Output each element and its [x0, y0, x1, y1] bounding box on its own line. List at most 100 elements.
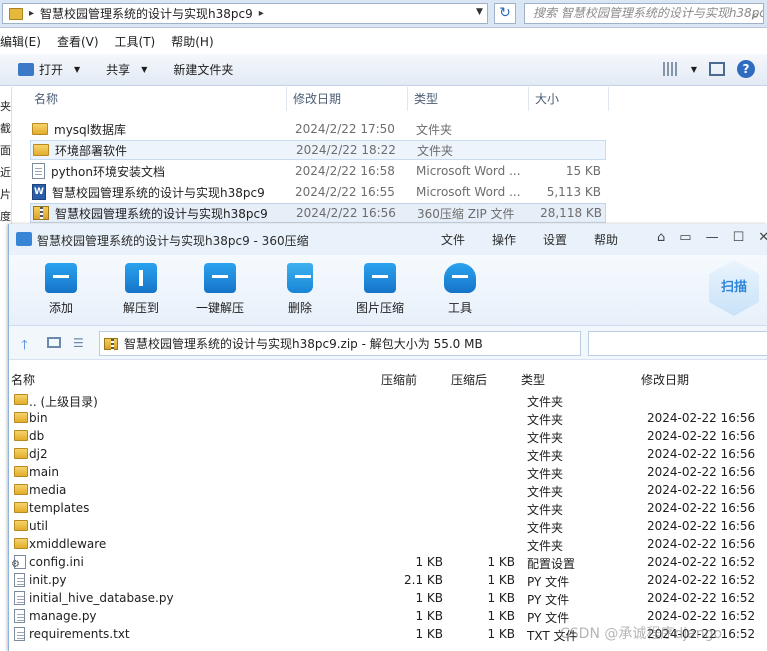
open-icon: [18, 63, 34, 76]
delete-button[interactable]: 删除: [265, 263, 335, 316]
archive-row[interactable]: initial_hive_database.py 1 KB 1 KB PY 文件…: [9, 590, 767, 608]
archive-row[interactable]: util 文件夹 2024-02-22 16:56: [9, 518, 767, 536]
file-date: 2024/2/22 16:58: [295, 164, 395, 178]
command-bar: 打开 ▼ 共享 ▼ 新建文件夹 ▼ ?: [0, 54, 767, 86]
image-compress-button[interactable]: 图片压缩: [345, 263, 415, 316]
column-type[interactable]: 类型: [408, 87, 529, 111]
archive-row[interactable]: templates 文件夹 2024-02-22 16:56: [9, 500, 767, 518]
trash-icon: [287, 263, 313, 293]
file-row[interactable]: python环境安装文档 2024/2/22 16:58 Microsoft W…: [30, 161, 606, 181]
column-date[interactable]: 修改日期: [287, 87, 408, 111]
tools-button[interactable]: 工具: [425, 263, 495, 316]
chevron-down-icon[interactable]: ▼: [691, 65, 697, 74]
menu-operate[interactable]: 操作: [492, 231, 516, 248]
word-doc-icon: W: [32, 184, 46, 200]
address-field[interactable]: ▸ 智慧校园管理系统的设计与实现h38pc9 ▸: [2, 3, 488, 24]
entry-date: 2024-02-22 16:56: [647, 465, 756, 479]
nav-text: 夹截面近片度图: [0, 100, 11, 223]
entry-type: 文件夹: [527, 467, 564, 481]
preview-pane-icon[interactable]: [709, 62, 725, 76]
entry-name: manage.py: [29, 609, 97, 623]
skin-icon[interactable]: ⌂: [657, 230, 665, 245]
search-icon[interactable]: ⌕: [752, 6, 759, 23]
folder-icon: [9, 7, 23, 20]
folder-icon: [32, 123, 48, 135]
one-click-extract-icon: [204, 263, 236, 293]
file-row[interactable]: W 智慧校园管理系统的设计与实现h38pc9 2024/2/22 16:55 Mi…: [30, 182, 606, 202]
archive-row[interactable]: init.py 2.1 KB 1 KB PY 文件 2024-02-22 16:…: [9, 572, 767, 590]
archive-row[interactable]: media 文件夹 2024-02-22 16:56: [9, 482, 767, 500]
entry-name: bin: [29, 411, 48, 425]
one-click-extract-button[interactable]: 一键解压: [185, 263, 255, 316]
file-row[interactable]: 环境部署软件 2024/2/22 18:22 文件夹: [30, 140, 606, 160]
archive-row[interactable]: config.ini 1 KB 1 KB 配置设置 2024-02-22 16:…: [9, 554, 767, 572]
archive-row[interactable]: bin 文件夹 2024-02-22 16:56: [9, 410, 767, 428]
menu-view[interactable]: 查看(V): [57, 31, 99, 53]
image-compress-label: 图片压缩: [355, 301, 404, 315]
column-compressed[interactable]: 压缩前: [381, 371, 417, 388]
entry-date: 2024-02-22 16:52: [647, 609, 756, 623]
file-row[interactable]: mysql数据库 2024/2/22 17:50 文件夹: [30, 119, 606, 139]
menu-edit[interactable]: 编辑(E): [0, 31, 41, 53]
file-row[interactable]: 智慧校园管理系统的设计与实现h38pc9 2024/2/22 16:56 360…: [30, 203, 606, 223]
archive-row[interactable]: dj2 文件夹 2024-02-22 16:56: [9, 446, 767, 464]
zip-path-bar: 🡑 ☰ 智慧校园管理系统的设计与实现h38pc9.zip - 解包大小为 55.…: [9, 326, 767, 360]
archive-row[interactable]: db 文件夹 2024-02-22 16:56: [9, 428, 767, 446]
entry-type: 文件夹: [527, 503, 564, 517]
address-dropdown-icon[interactable]: ▼: [476, 7, 483, 17]
list-view-icon[interactable]: ☰: [73, 336, 84, 350]
column-uncompressed[interactable]: 压缩后: [451, 371, 487, 388]
add-button[interactable]: 添加: [26, 263, 96, 316]
entry-uncompressed: 1 KB: [487, 627, 515, 641]
feedback-icon[interactable]: ▭: [679, 230, 691, 245]
minimize-icon[interactable]: —: [706, 230, 719, 245]
refresh-button[interactable]: ↻: [494, 3, 516, 24]
help-icon[interactable]: ?: [737, 60, 755, 78]
add-label: 添加: [48, 301, 73, 315]
menu-help[interactable]: 帮助: [594, 231, 618, 248]
entry-name: media: [29, 483, 67, 497]
file-type: 文件夹: [416, 122, 453, 137]
file-date: 2024/2/22 17:50: [295, 122, 395, 136]
archive-row[interactable]: main 文件夹 2024-02-22 16:56: [9, 464, 767, 482]
open-label: 打开: [39, 63, 64, 77]
extract-to-button[interactable]: 解压到: [106, 263, 176, 316]
zip-search-input[interactable]: [588, 331, 767, 356]
archive-row[interactable]: xmiddleware 文件夹 2024-02-22 16:56: [9, 536, 767, 554]
arrow-up-icon[interactable]: 🡑: [21, 336, 28, 358]
entry-type: 配置设置: [527, 557, 576, 571]
menu-settings[interactable]: 设置: [543, 231, 567, 248]
file-list-header: 名称 修改日期 类型 大小: [28, 87, 767, 111]
menu-tools[interactable]: 工具(T): [115, 31, 156, 53]
entry-date: 2024-02-22 16:52: [647, 591, 756, 605]
view-options-icon[interactable]: [662, 62, 679, 76]
column-date[interactable]: 修改日期: [641, 371, 689, 388]
file-size: 5,113 KB: [546, 185, 601, 199]
entry-compressed: 1 KB: [415, 609, 443, 623]
maximize-icon[interactable]: ☐: [733, 230, 745, 245]
entry-date: 2024-02-22 16:56: [647, 519, 756, 533]
address-path: 智慧校园管理系统的设计与实现h38pc9: [40, 7, 253, 21]
file-icon: [14, 573, 25, 587]
menu-help[interactable]: 帮助(H): [171, 31, 213, 53]
close-icon[interactable]: ✕: [758, 230, 767, 245]
file-name: 智慧校园管理系统的设计与实现h38pc9: [55, 206, 268, 221]
share-button[interactable]: 共享 ▼: [106, 61, 147, 78]
open-button[interactable]: 打开 ▼: [18, 61, 80, 78]
column-name[interactable]: 名称: [28, 87, 287, 111]
column-name[interactable]: 名称: [11, 371, 35, 388]
thumbnail-view-icon[interactable]: [47, 337, 61, 348]
window-title: 智慧校园管理系统的设计与实现h38pc9 - 360压缩: [37, 234, 309, 248]
entry-name: config.ini: [29, 555, 84, 569]
new-folder-button[interactable]: 新建文件夹: [173, 61, 233, 78]
folder-icon: [14, 412, 28, 423]
archive-path-field[interactable]: 智慧校园管理系统的设计与实现h38pc9.zip - 解包大小为 55.0 MB…: [99, 331, 581, 356]
column-type[interactable]: 类型: [521, 371, 545, 388]
column-size[interactable]: 大小: [529, 87, 609, 111]
folder-icon: [14, 394, 28, 405]
search-input[interactable]: 搜索 智慧校园管理系统的设计与实现h38pc9 ⌕: [524, 3, 764, 24]
menu-file[interactable]: 文件: [441, 231, 465, 248]
entry-type: 文件夹: [527, 485, 564, 499]
one-click-extract-label: 一键解压: [195, 301, 244, 315]
archive-row[interactable]: .. (上级目录) 文件夹: [9, 392, 767, 410]
